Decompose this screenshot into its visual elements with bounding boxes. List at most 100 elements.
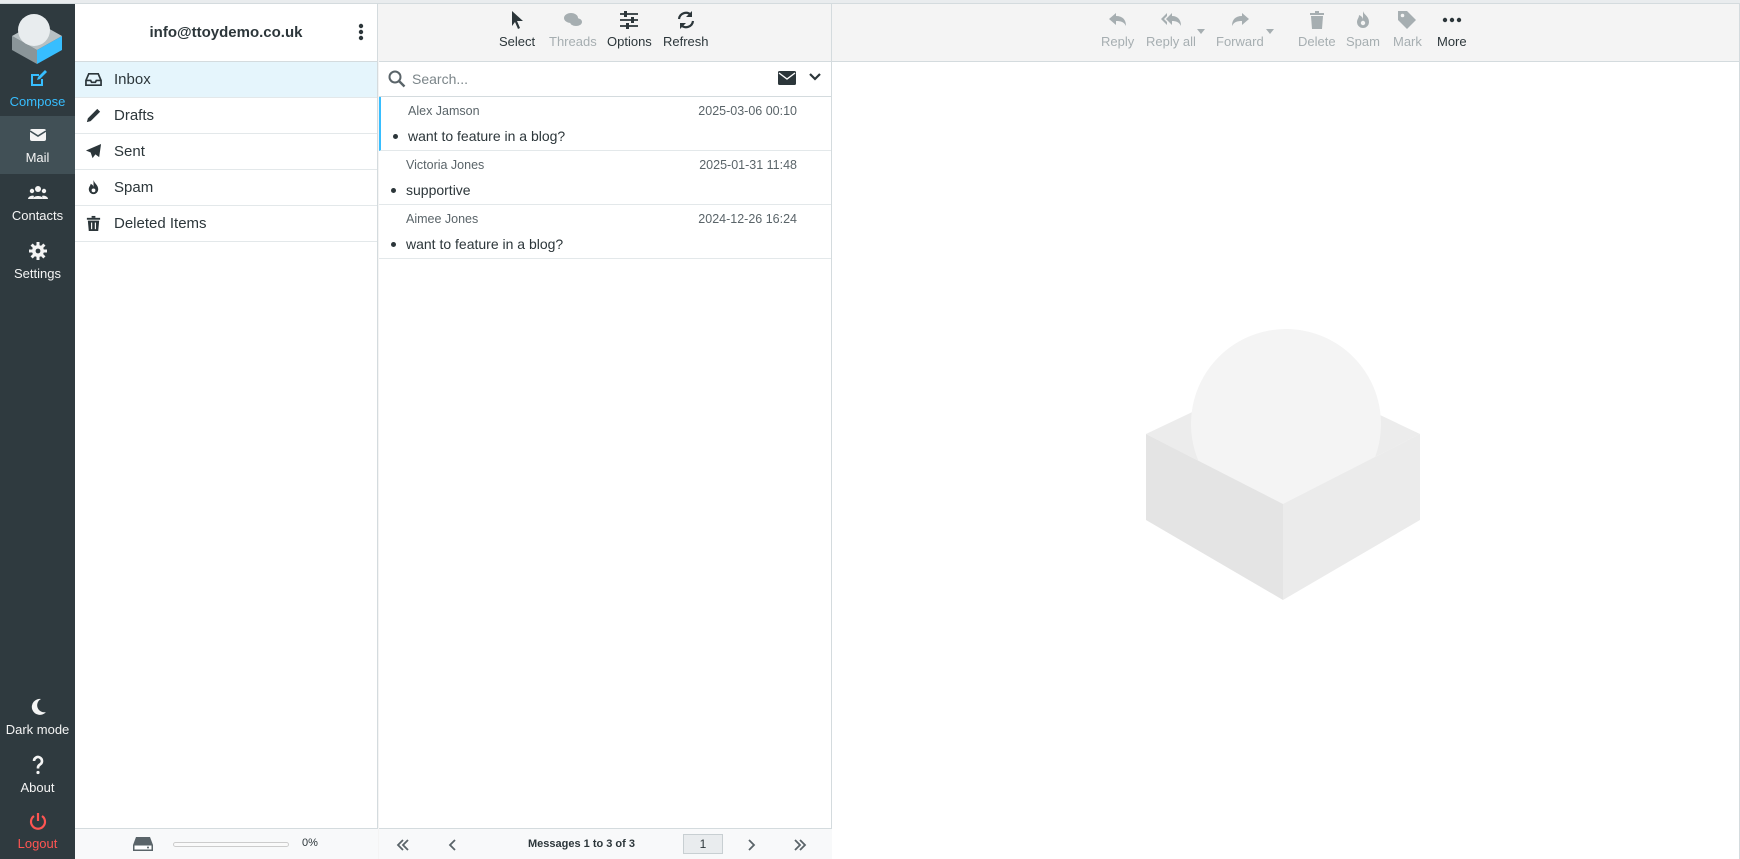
options-button[interactable]: Options xyxy=(607,10,652,49)
threads-button[interactable]: Threads xyxy=(549,10,597,49)
reply-all-dropdown-caret[interactable] xyxy=(1197,29,1205,34)
message-subject: supportive xyxy=(406,182,471,198)
logout-button[interactable]: Logout xyxy=(0,802,75,859)
spam-button[interactable]: Spam xyxy=(1346,10,1380,49)
account-email: info@ttoydemo.co.uk xyxy=(149,24,303,41)
chevron-right-icon xyxy=(748,839,756,851)
refresh-button[interactable]: Refresh xyxy=(663,10,709,49)
empty-mailbox-illustration xyxy=(1146,329,1420,600)
folder-spam[interactable]: Spam xyxy=(75,170,377,206)
select-button[interactable]: Select xyxy=(499,10,535,49)
forward-dropdown-caret[interactable] xyxy=(1266,29,1274,34)
folders-header: info@ttoydemo.co.uk xyxy=(75,4,377,62)
message-from: Victoria Jones xyxy=(406,158,485,172)
search-icon xyxy=(388,70,406,88)
chevron-left-icon xyxy=(448,839,456,851)
search-input[interactable] xyxy=(412,67,712,91)
chevron-down-icon[interactable] xyxy=(809,72,821,82)
folder-deleted-items[interactable]: Deleted Items xyxy=(75,206,377,242)
spam-label: Spam xyxy=(1346,34,1380,49)
reply-all-button[interactable]: Reply all xyxy=(1146,10,1196,49)
folder-label: Deleted Items xyxy=(114,215,207,232)
last-page-button[interactable] xyxy=(792,837,808,853)
quota-percent: 0% xyxy=(302,837,318,849)
envelope-icon[interactable] xyxy=(778,71,796,85)
paper-plane-icon xyxy=(85,143,102,159)
logout-label: Logout xyxy=(17,836,58,851)
message-list-panel: Select Threads Options Refresh Alex Jams… xyxy=(379,4,832,859)
compose-icon xyxy=(30,70,47,86)
folder-label: Inbox xyxy=(114,71,151,88)
double-chevron-left-icon xyxy=(396,839,409,851)
nav-settings-label: Settings xyxy=(14,266,61,281)
gear-icon xyxy=(28,242,47,260)
folder-drafts[interactable]: Drafts xyxy=(75,98,377,134)
about-button[interactable]: About xyxy=(0,746,75,804)
message-toolbar: Reply Reply all Forward Delete Spam Mark… xyxy=(832,4,1740,62)
nav-contacts-label: Contacts xyxy=(11,208,64,223)
mark-label: Mark xyxy=(1393,34,1422,49)
sliders-icon xyxy=(620,11,639,29)
select-label: Select xyxy=(499,34,536,49)
message-from: Aimee Jones xyxy=(406,212,479,226)
hard-drive-icon xyxy=(133,837,153,851)
forward-label: Forward xyxy=(1216,34,1264,49)
message-row[interactable]: Alex Jamson 2025-03-06 00:10 want to fea… xyxy=(379,97,831,151)
pagination-bar: Messages 1 to 3 of 3 1 xyxy=(379,828,832,859)
users-icon xyxy=(27,186,48,199)
page-number-input[interactable]: 1 xyxy=(683,834,723,854)
unread-dot xyxy=(393,134,398,139)
reply-all-icon xyxy=(1160,13,1181,26)
pencil-icon xyxy=(86,108,101,123)
double-chevron-right-icon xyxy=(794,839,807,851)
reply-all-label: Reply all xyxy=(1146,34,1196,49)
next-page-button[interactable] xyxy=(743,837,759,853)
cursor-icon xyxy=(512,11,524,29)
about-label: About xyxy=(20,780,55,795)
search-bar xyxy=(379,62,831,97)
envelope-icon xyxy=(29,129,46,141)
nav-mail-label: Mail xyxy=(25,150,50,165)
app-logo xyxy=(12,14,62,64)
dark-mode-toggle[interactable]: Dark mode xyxy=(0,688,75,746)
more-button[interactable]: More xyxy=(1437,10,1467,49)
tag-icon xyxy=(1398,11,1417,29)
fire-icon xyxy=(88,179,99,195)
folder-inbox[interactable]: Inbox xyxy=(75,62,377,98)
compose-button[interactable]: Compose xyxy=(0,60,75,118)
kebab-icon xyxy=(358,23,364,41)
nav-item-settings[interactable]: Settings xyxy=(0,232,75,290)
list-toolbar: Select Threads Options Refresh xyxy=(379,4,831,62)
message-date: 2025-01-31 11:48 xyxy=(699,158,797,172)
unread-dot xyxy=(391,242,396,247)
question-icon xyxy=(32,755,43,775)
first-page-button[interactable] xyxy=(395,837,411,853)
reading-pane: Reply Reply all Forward Delete Spam Mark… xyxy=(832,4,1740,859)
nav-item-contacts[interactable]: Contacts xyxy=(0,174,75,232)
trash-icon xyxy=(1309,11,1324,29)
more-label: More xyxy=(1437,34,1467,49)
quota-bar: 0% xyxy=(75,828,378,859)
message-from: Alex Jamson xyxy=(408,104,480,118)
nav-item-mail[interactable]: Mail xyxy=(0,116,75,174)
message-row[interactable]: Victoria Jones 2025-01-31 11:48 supporti… xyxy=(379,151,831,205)
folder-actions-menu-button[interactable] xyxy=(353,20,369,44)
message-count: Messages 1 to 3 of 3 xyxy=(528,838,635,850)
reply-label: Reply xyxy=(1101,34,1135,49)
mark-button[interactable]: Mark xyxy=(1393,10,1422,49)
moon-icon xyxy=(31,698,46,715)
folder-label: Drafts xyxy=(114,107,155,124)
message-subject: want to feature in a blog? xyxy=(408,128,566,144)
refresh-icon xyxy=(677,11,694,29)
message-subject: want to feature in a blog? xyxy=(406,236,564,252)
delete-button[interactable]: Delete xyxy=(1298,10,1336,49)
folder-sent[interactable]: Sent xyxy=(75,134,377,170)
delete-label: Delete xyxy=(1298,34,1336,49)
reply-button[interactable]: Reply xyxy=(1101,10,1134,49)
trash-icon xyxy=(86,215,101,232)
previous-page-button[interactable] xyxy=(445,837,461,853)
message-row[interactable]: Aimee Jones 2024-12-26 16:24 want to fea… xyxy=(379,205,831,259)
forward-button[interactable]: Forward xyxy=(1216,10,1264,49)
compose-label: Compose xyxy=(9,94,66,109)
unread-dot xyxy=(391,188,396,193)
